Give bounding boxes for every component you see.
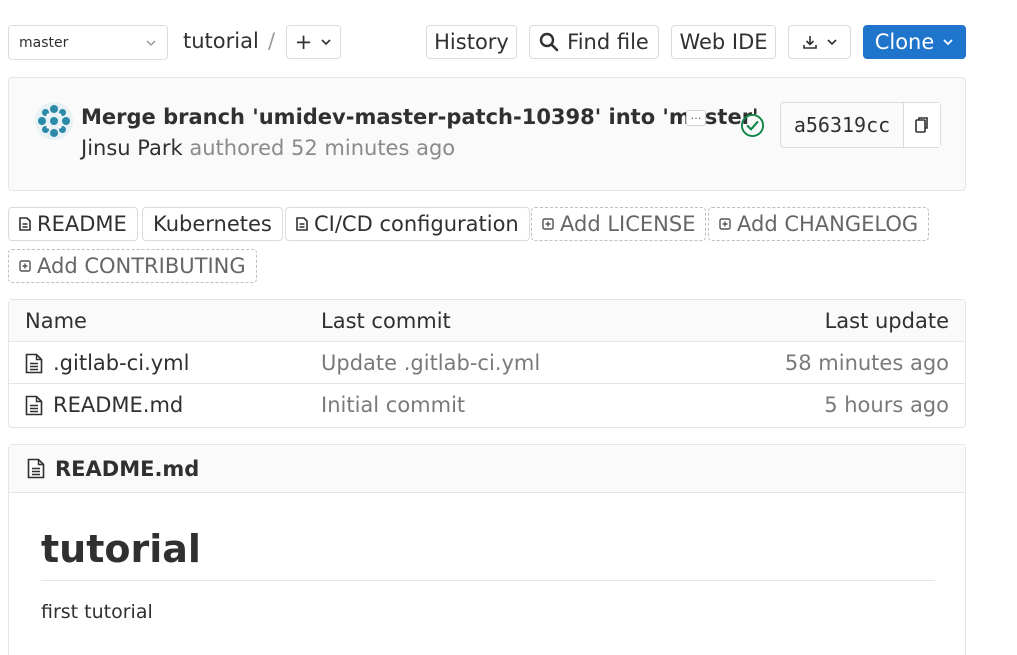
file-link[interactable]: README.md	[25, 393, 183, 417]
add-license-button[interactable]: Add LICENSE	[531, 207, 707, 241]
last-update-time: 58 minutes ago	[784, 351, 949, 375]
plus-square-icon	[19, 260, 31, 272]
plus-square-icon	[719, 218, 731, 230]
expand-commit-description-button[interactable]: ...	[686, 110, 706, 126]
file-icon	[27, 458, 45, 479]
commit-message-link[interactable]: Update .gitlab-ci.yml	[321, 351, 540, 375]
copy-icon	[915, 117, 928, 133]
find-file-button[interactable]: Find file	[529, 25, 659, 59]
last-update-time: 5 hours ago	[824, 393, 949, 417]
file-name: .gitlab-ci.yml	[53, 351, 190, 375]
add-changelog-button[interactable]: Add CHANGELOG	[708, 207, 930, 241]
file-icon	[19, 217, 31, 231]
clone-button[interactable]: Clone	[863, 25, 966, 59]
kubernetes-shortcut-button[interactable]: Kubernetes	[142, 207, 283, 241]
readme-header: README.md	[9, 445, 965, 493]
pipeline-success-icon[interactable]	[740, 113, 765, 138]
shortcut-label: Kubernetes	[153, 212, 272, 236]
column-header-last-commit: Last commit	[321, 309, 451, 333]
clone-label: Clone	[874, 30, 935, 54]
plus-label: +	[294, 30, 313, 54]
file-icon	[25, 395, 43, 415]
commit-author-line: Jinsu Park authored 52 minutes ago	[81, 136, 455, 160]
shortcut-label: README	[37, 212, 127, 236]
breadcrumb-separator: /	[268, 29, 276, 53]
web-ide-button[interactable]: Web IDE	[671, 25, 776, 59]
chevron-down-icon	[146, 39, 156, 46]
shortcut-label: Add CHANGELOG	[737, 212, 919, 236]
web-ide-label: Web IDE	[679, 30, 768, 54]
column-header-last-update: Last update	[824, 309, 949, 333]
readme-paragraph: first tutorial	[41, 601, 153, 623]
find-file-label: Find file	[567, 30, 649, 54]
search-icon	[539, 32, 559, 52]
readme-heading: tutorial	[41, 527, 201, 571]
readme-filename[interactable]: README.md	[55, 457, 199, 481]
shortcut-label: Add LICENSE	[560, 212, 696, 236]
table-row[interactable]: .gitlab-ci.yml Update .gitlab-ci.yml 58 …	[9, 342, 965, 384]
file-icon	[25, 353, 43, 373]
commit-sha[interactable]: a56319cc	[781, 103, 904, 147]
download-dropdown-button[interactable]	[788, 25, 851, 59]
chevron-down-icon	[943, 39, 953, 46]
file-name: README.md	[53, 393, 184, 417]
column-header-name: Name	[25, 309, 87, 333]
commit-title-link[interactable]: Merge branch 'umidev-master-patch-10398'…	[81, 105, 758, 129]
file-tree-table: Name Last commit Last update .gitlab-ci.…	[8, 299, 966, 428]
copy-sha-button[interactable]	[904, 103, 940, 147]
author-name-link[interactable]: Jinsu Park	[81, 136, 183, 160]
history-label: History	[434, 30, 509, 54]
commit-message-link[interactable]: Initial commit	[321, 393, 465, 417]
table-header-row: Name Last commit Last update	[9, 300, 965, 342]
add-contributing-button[interactable]: Add CONTRIBUTING	[8, 249, 257, 283]
branch-selector[interactable]: master	[8, 25, 168, 60]
branch-name: master	[19, 34, 69, 51]
last-commit-panel: Merge branch 'umidev-master-patch-10398'…	[8, 77, 966, 191]
file-icon	[296, 217, 308, 231]
heading-divider	[41, 580, 935, 581]
history-button[interactable]: History	[426, 25, 517, 59]
chevron-down-icon	[826, 39, 837, 46]
chevron-down-icon	[321, 39, 331, 46]
project-breadcrumb[interactable]: tutorial	[183, 29, 259, 53]
table-row[interactable]: README.md Initial commit 5 hours ago	[9, 384, 965, 426]
download-icon	[802, 36, 817, 49]
plus-square-icon	[542, 218, 554, 230]
shortcut-label: CI/CD configuration	[314, 212, 519, 236]
avatar[interactable]	[35, 102, 73, 140]
commit-sha-group: a56319cc	[780, 102, 941, 148]
cicd-configuration-shortcut-button[interactable]: CI/CD configuration	[285, 207, 530, 241]
shortcut-label: Add CONTRIBUTING	[37, 254, 246, 278]
add-dropdown-button[interactable]: +	[286, 25, 341, 59]
file-link[interactable]: .gitlab-ci.yml	[25, 351, 189, 375]
readme-shortcut-button[interactable]: README	[8, 207, 138, 241]
authored-time: authored 52 minutes ago	[189, 136, 456, 160]
readme-preview: README.md tutorial first tutorial	[8, 444, 966, 655]
